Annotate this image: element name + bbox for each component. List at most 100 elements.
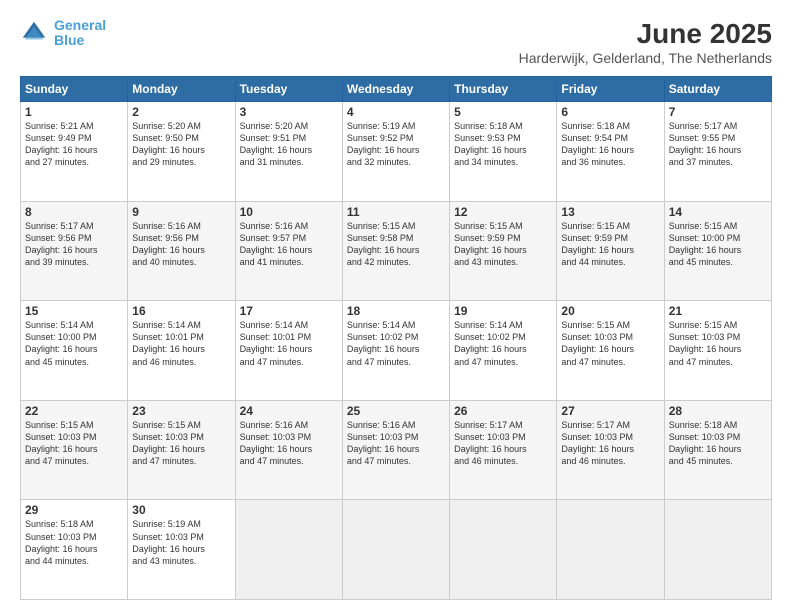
calendar-cell: 7Sunrise: 5:17 AM Sunset: 9:55 PM Daylig…	[664, 102, 771, 202]
day-info: Sunrise: 5:15 AM Sunset: 10:03 PM Daylig…	[132, 419, 230, 468]
calendar-table: SundayMondayTuesdayWednesdayThursdayFrid…	[20, 76, 772, 600]
day-number: 8	[25, 205, 123, 219]
logo-text: General Blue	[54, 18, 106, 49]
day-info: Sunrise: 5:15 AM Sunset: 9:58 PM Dayligh…	[347, 220, 445, 269]
calendar-week-row: 15Sunrise: 5:14 AM Sunset: 10:00 PM Dayl…	[21, 301, 772, 401]
logo-general: General	[54, 17, 106, 33]
day-number: 26	[454, 404, 552, 418]
weekday-header: Thursday	[450, 77, 557, 102]
header-row: SundayMondayTuesdayWednesdayThursdayFrid…	[21, 77, 772, 102]
day-number: 6	[561, 105, 659, 119]
calendar-week-row: 22Sunrise: 5:15 AM Sunset: 10:03 PM Dayl…	[21, 400, 772, 500]
calendar-cell: 3Sunrise: 5:20 AM Sunset: 9:51 PM Daylig…	[235, 102, 342, 202]
calendar-week-row: 1Sunrise: 5:21 AM Sunset: 9:49 PM Daylig…	[21, 102, 772, 202]
calendar-cell: 16Sunrise: 5:14 AM Sunset: 10:01 PM Dayl…	[128, 301, 235, 401]
day-number: 25	[347, 404, 445, 418]
weekday-header: Saturday	[664, 77, 771, 102]
weekday-header: Monday	[128, 77, 235, 102]
day-info: Sunrise: 5:20 AM Sunset: 9:50 PM Dayligh…	[132, 120, 230, 169]
calendar-cell	[450, 500, 557, 600]
day-info: Sunrise: 5:14 AM Sunset: 10:00 PM Daylig…	[25, 319, 123, 368]
day-number: 10	[240, 205, 338, 219]
day-number: 12	[454, 205, 552, 219]
day-info: Sunrise: 5:18 AM Sunset: 9:54 PM Dayligh…	[561, 120, 659, 169]
day-number: 27	[561, 404, 659, 418]
calendar-cell: 14Sunrise: 5:15 AM Sunset: 10:00 PM Dayl…	[664, 201, 771, 301]
logo-icon	[20, 19, 48, 47]
calendar-cell: 29Sunrise: 5:18 AM Sunset: 10:03 PM Dayl…	[21, 500, 128, 600]
day-info: Sunrise: 5:16 AM Sunset: 10:03 PM Daylig…	[347, 419, 445, 468]
day-number: 11	[347, 205, 445, 219]
calendar-week-row: 8Sunrise: 5:17 AM Sunset: 9:56 PM Daylig…	[21, 201, 772, 301]
calendar-cell: 30Sunrise: 5:19 AM Sunset: 10:03 PM Dayl…	[128, 500, 235, 600]
calendar-cell: 27Sunrise: 5:17 AM Sunset: 10:03 PM Dayl…	[557, 400, 664, 500]
calendar-cell: 21Sunrise: 5:15 AM Sunset: 10:03 PM Dayl…	[664, 301, 771, 401]
day-info: Sunrise: 5:18 AM Sunset: 10:03 PM Daylig…	[669, 419, 767, 468]
subtitle: Harderwijk, Gelderland, The Netherlands	[519, 50, 772, 66]
calendar-cell	[557, 500, 664, 600]
day-number: 9	[132, 205, 230, 219]
day-info: Sunrise: 5:16 AM Sunset: 10:03 PM Daylig…	[240, 419, 338, 468]
calendar-cell: 13Sunrise: 5:15 AM Sunset: 9:59 PM Dayli…	[557, 201, 664, 301]
calendar-cell: 10Sunrise: 5:16 AM Sunset: 9:57 PM Dayli…	[235, 201, 342, 301]
page: General Blue June 2025 Harderwijk, Gelde…	[0, 0, 792, 612]
day-number: 1	[25, 105, 123, 119]
logo: General Blue	[20, 18, 106, 49]
title-block: June 2025 Harderwijk, Gelderland, The Ne…	[519, 18, 772, 66]
calendar-cell: 20Sunrise: 5:15 AM Sunset: 10:03 PM Dayl…	[557, 301, 664, 401]
calendar-cell	[342, 500, 449, 600]
day-info: Sunrise: 5:15 AM Sunset: 10:03 PM Daylig…	[669, 319, 767, 368]
day-info: Sunrise: 5:16 AM Sunset: 9:56 PM Dayligh…	[132, 220, 230, 269]
weekday-header: Sunday	[21, 77, 128, 102]
calendar-cell: 25Sunrise: 5:16 AM Sunset: 10:03 PM Dayl…	[342, 400, 449, 500]
day-number: 3	[240, 105, 338, 119]
day-number: 7	[669, 105, 767, 119]
day-number: 24	[240, 404, 338, 418]
calendar-cell: 28Sunrise: 5:18 AM Sunset: 10:03 PM Dayl…	[664, 400, 771, 500]
calendar-cell: 17Sunrise: 5:14 AM Sunset: 10:01 PM Dayl…	[235, 301, 342, 401]
weekday-header: Wednesday	[342, 77, 449, 102]
day-number: 18	[347, 304, 445, 318]
day-number: 17	[240, 304, 338, 318]
day-info: Sunrise: 5:15 AM Sunset: 10:00 PM Daylig…	[669, 220, 767, 269]
weekday-header: Friday	[557, 77, 664, 102]
calendar-cell: 6Sunrise: 5:18 AM Sunset: 9:54 PM Daylig…	[557, 102, 664, 202]
day-number: 29	[25, 503, 123, 517]
day-number: 28	[669, 404, 767, 418]
day-number: 19	[454, 304, 552, 318]
calendar-cell: 9Sunrise: 5:16 AM Sunset: 9:56 PM Daylig…	[128, 201, 235, 301]
calendar-cell: 24Sunrise: 5:16 AM Sunset: 10:03 PM Dayl…	[235, 400, 342, 500]
day-info: Sunrise: 5:18 AM Sunset: 9:53 PM Dayligh…	[454, 120, 552, 169]
day-info: Sunrise: 5:15 AM Sunset: 9:59 PM Dayligh…	[561, 220, 659, 269]
day-info: Sunrise: 5:17 AM Sunset: 10:03 PM Daylig…	[561, 419, 659, 468]
day-info: Sunrise: 5:15 AM Sunset: 10:03 PM Daylig…	[25, 419, 123, 468]
calendar-cell: 1Sunrise: 5:21 AM Sunset: 9:49 PM Daylig…	[21, 102, 128, 202]
day-number: 14	[669, 205, 767, 219]
header: General Blue June 2025 Harderwijk, Gelde…	[20, 18, 772, 66]
day-number: 2	[132, 105, 230, 119]
calendar-week-row: 29Sunrise: 5:18 AM Sunset: 10:03 PM Dayl…	[21, 500, 772, 600]
calendar-cell: 2Sunrise: 5:20 AM Sunset: 9:50 PM Daylig…	[128, 102, 235, 202]
calendar-cell: 19Sunrise: 5:14 AM Sunset: 10:02 PM Dayl…	[450, 301, 557, 401]
day-info: Sunrise: 5:20 AM Sunset: 9:51 PM Dayligh…	[240, 120, 338, 169]
calendar-cell	[235, 500, 342, 600]
day-info: Sunrise: 5:15 AM Sunset: 9:59 PM Dayligh…	[454, 220, 552, 269]
calendar-cell: 4Sunrise: 5:19 AM Sunset: 9:52 PM Daylig…	[342, 102, 449, 202]
day-number: 13	[561, 205, 659, 219]
calendar-cell	[664, 500, 771, 600]
day-info: Sunrise: 5:16 AM Sunset: 9:57 PM Dayligh…	[240, 220, 338, 269]
day-info: Sunrise: 5:21 AM Sunset: 9:49 PM Dayligh…	[25, 120, 123, 169]
day-info: Sunrise: 5:17 AM Sunset: 9:55 PM Dayligh…	[669, 120, 767, 169]
calendar-cell: 18Sunrise: 5:14 AM Sunset: 10:02 PM Dayl…	[342, 301, 449, 401]
weekday-header: Tuesday	[235, 77, 342, 102]
day-info: Sunrise: 5:15 AM Sunset: 10:03 PM Daylig…	[561, 319, 659, 368]
day-number: 30	[132, 503, 230, 517]
day-number: 23	[132, 404, 230, 418]
logo-blue: Blue	[54, 32, 84, 48]
day-info: Sunrise: 5:18 AM Sunset: 10:03 PM Daylig…	[25, 518, 123, 567]
day-info: Sunrise: 5:19 AM Sunset: 9:52 PM Dayligh…	[347, 120, 445, 169]
day-info: Sunrise: 5:14 AM Sunset: 10:01 PM Daylig…	[240, 319, 338, 368]
day-number: 22	[25, 404, 123, 418]
day-number: 5	[454, 105, 552, 119]
calendar-cell: 26Sunrise: 5:17 AM Sunset: 10:03 PM Dayl…	[450, 400, 557, 500]
